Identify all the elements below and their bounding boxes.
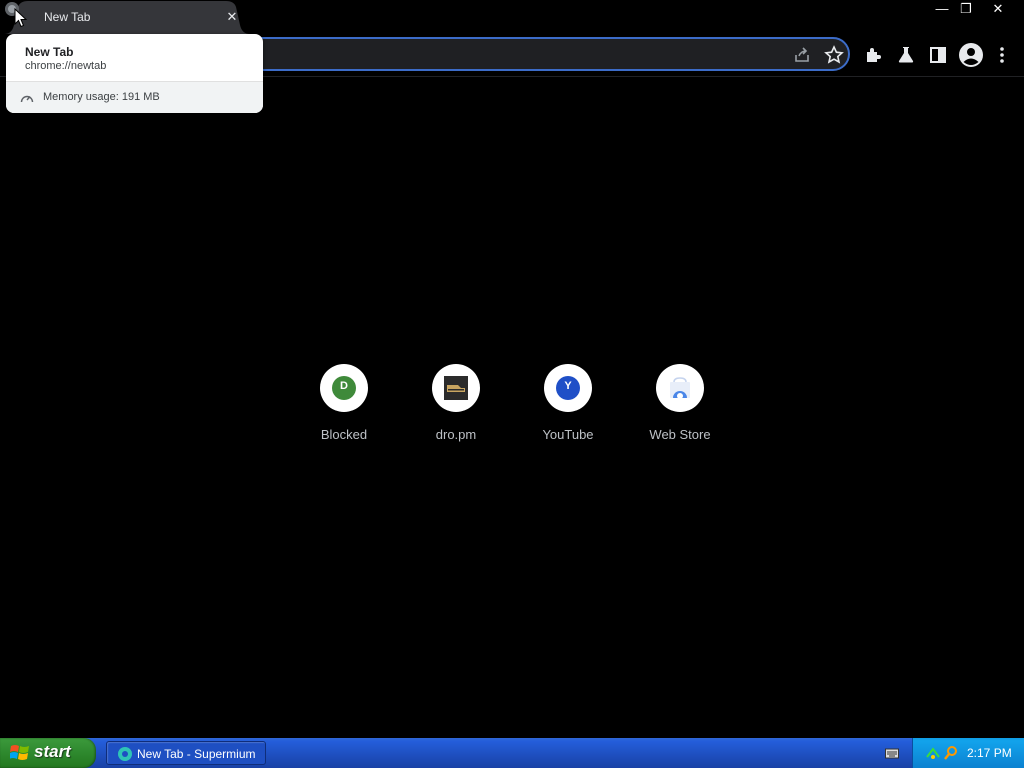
- tab-close-icon[interactable]: ✕: [224, 9, 240, 25]
- side-panel-icon[interactable]: [926, 43, 950, 67]
- shortcut-icon-container: D: [320, 364, 368, 412]
- dro-pm-favicon-icon: [444, 376, 468, 400]
- address-bar[interactable]: [174, 37, 850, 71]
- start-button[interactable]: start: [0, 738, 96, 768]
- supermium-browser-icon: [118, 747, 132, 761]
- taskbar-item-label: New Tab - Supermium: [137, 747, 256, 761]
- bookmark-star-icon[interactable]: [822, 43, 846, 67]
- web-store-icon: [670, 377, 690, 399]
- letter-d-icon: D: [332, 376, 356, 400]
- hovercard-url: chrome://newtab: [25, 60, 107, 72]
- shortcut-label: Blocked: [320, 427, 368, 442]
- clock: 2:17 PM: [967, 746, 1012, 760]
- tab-title: New Tab: [44, 10, 91, 24]
- title-bar: New Tab ✕ — ❐ ✕: [0, 0, 1024, 34]
- menu-icon[interactable]: [990, 43, 1014, 67]
- tab-hovercard: New Tab chrome://newtab Memory usage: 19…: [6, 34, 263, 113]
- restore-button[interactable]: ❐: [952, 0, 980, 18]
- search-icon[interactable]: [943, 745, 959, 761]
- memory-gauge-icon: [20, 95, 34, 103]
- mouse-cursor-icon: [14, 8, 28, 28]
- shortcut-icon-container: Y: [544, 364, 592, 412]
- shortcut-tile[interactable]: D Blocked: [296, 364, 392, 454]
- windows-logo-icon: [10, 745, 29, 760]
- extensions-icon[interactable]: [862, 43, 886, 67]
- keyboard-icon[interactable]: [885, 747, 899, 759]
- taskbar: start New Tab - Supermium 2:17 PM: [0, 738, 1024, 768]
- taskbar-item-supermium[interactable]: New Tab - Supermium: [106, 741, 266, 765]
- hovercard-title: New Tab: [25, 45, 74, 59]
- shortcut-icon-container: [432, 364, 480, 412]
- tab-shape: [4, 1, 250, 34]
- memory-usage-text: Memory usage: 191 MB: [43, 91, 160, 103]
- shortcut-label: Web Store: [649, 427, 711, 442]
- shortcut-tile[interactable]: Y YouTube: [520, 364, 616, 454]
- start-label: start: [34, 742, 71, 761]
- window-close-button[interactable]: ✕: [984, 0, 1012, 18]
- network-icon[interactable]: [925, 745, 941, 761]
- shortcut-tile[interactable]: dro.pm: [408, 364, 504, 454]
- share-icon[interactable]: [790, 43, 814, 67]
- labs-flask-icon[interactable]: [894, 43, 918, 67]
- hovercard-footer: Memory usage: 191 MB: [6, 82, 263, 113]
- shortcut-label: dro.pm: [435, 427, 477, 442]
- shortcut-tile[interactable]: Web Store: [632, 364, 728, 454]
- system-tray: 2:17 PM: [912, 738, 1024, 768]
- shortcut-label: YouTube: [542, 427, 594, 442]
- tab-new-tab[interactable]: New Tab ✕: [4, 1, 250, 34]
- profile-icon[interactable]: [958, 42, 984, 68]
- letter-y-icon: Y: [556, 376, 580, 400]
- shortcut-icon-container: [656, 364, 704, 412]
